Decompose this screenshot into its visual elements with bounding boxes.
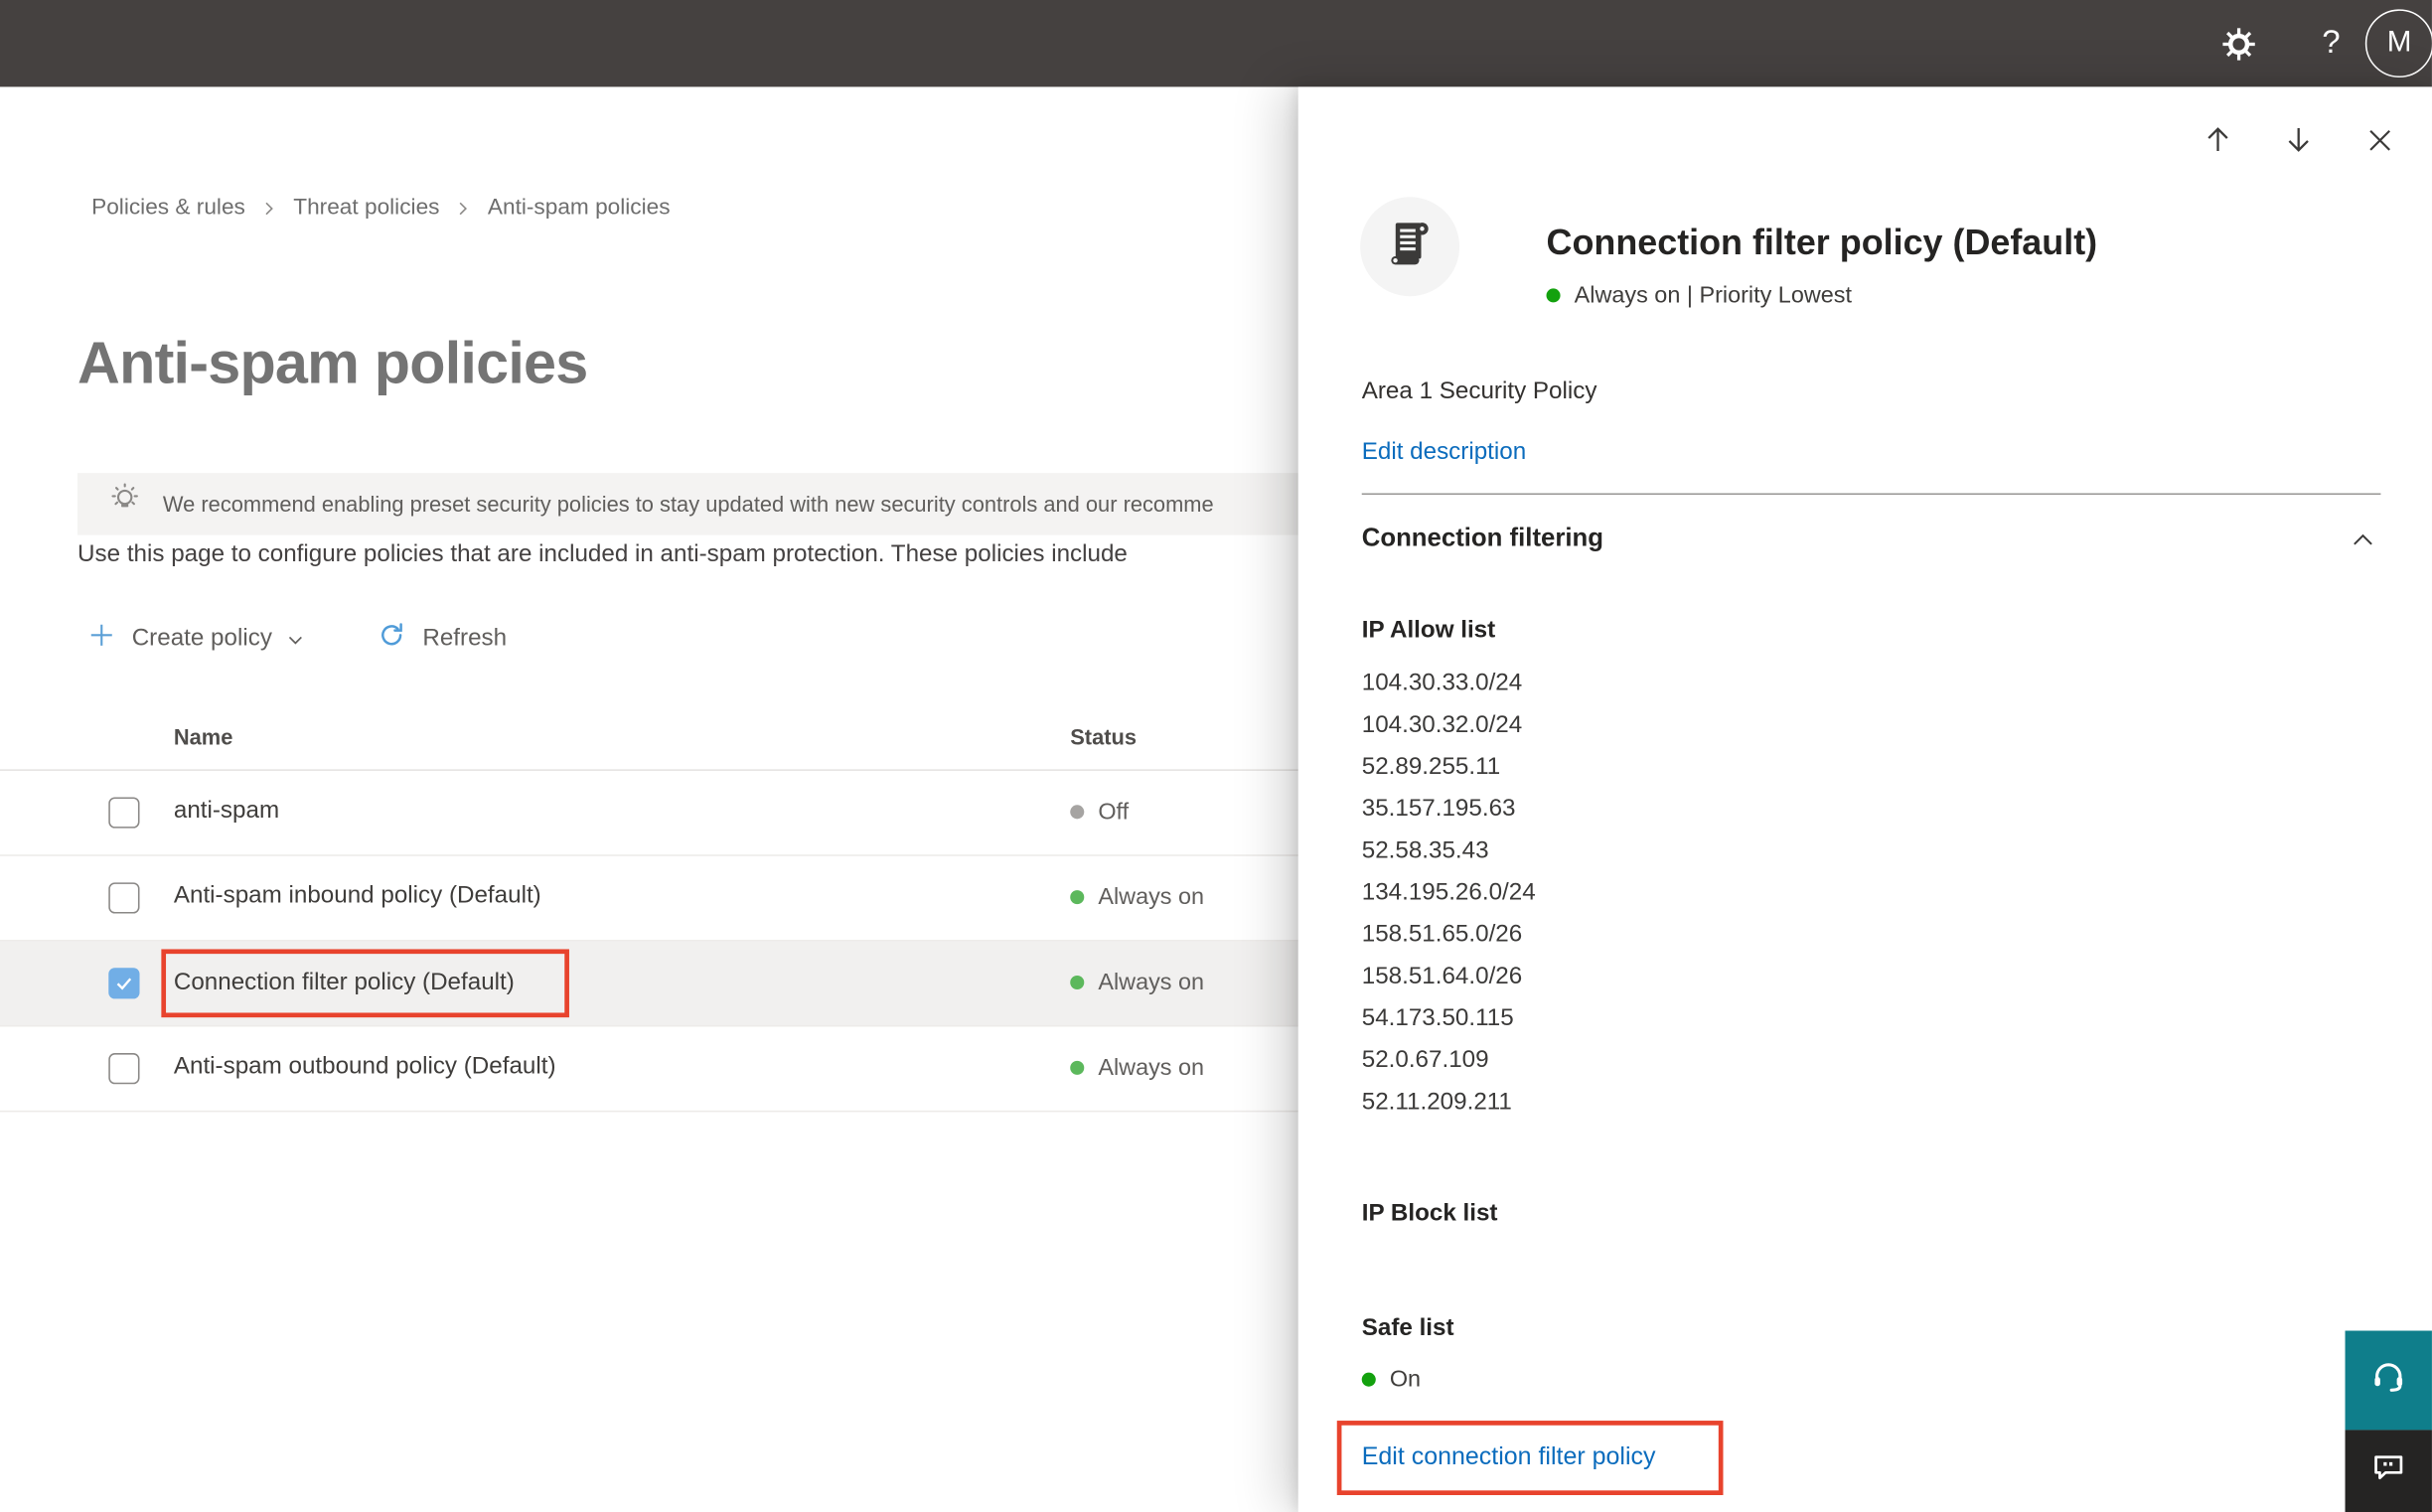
app-window: ? M Policies & rules Threat policies Ant… [0, 0, 2432, 1512]
lightbulb-icon [105, 481, 144, 528]
details-flyout: Connection filter policy (Default) Alway… [1297, 86, 2432, 1512]
flyout-title: Connection filter policy (Default) [1546, 222, 2098, 262]
plus-icon [86, 620, 116, 657]
flyout-status-text: Always on | Priority Lowest [1574, 282, 1853, 309]
breadcrumb-policies-rules[interactable]: Policies & rules [91, 196, 245, 221]
headset-icon [2366, 1355, 2410, 1407]
flyout-status: Always on | Priority Lowest [1546, 282, 1853, 309]
chevron-right-icon [260, 200, 277, 217]
ip-entry: 54.173.50.115 [1361, 1004, 1514, 1032]
status-badge: Off [1070, 799, 1129, 826]
policy-description: Area 1 Security Policy [1361, 378, 1597, 405]
close-icon[interactable] [2360, 121, 2397, 158]
ip-entry: 134.195.26.0/24 [1361, 879, 1536, 906]
avatar[interactable]: M [2364, 9, 2432, 78]
status-dot [1070, 890, 1085, 905]
create-policy-button[interactable]: Create policy [86, 620, 306, 657]
create-policy-label: Create policy [131, 625, 272, 652]
banner-text: We recommend enabling preset security po… [162, 491, 1214, 517]
refresh-icon [378, 620, 407, 657]
row-checkbox-checked[interactable] [108, 968, 140, 999]
status-dot [1070, 975, 1085, 990]
command-bar: Create policy Refresh [86, 614, 507, 664]
ip-entry: 104.30.33.0/24 [1361, 670, 1523, 696]
chevron-up-icon[interactable] [2349, 526, 2378, 562]
table-row-name: Anti-spam inbound policy (Default) [173, 882, 541, 909]
divider [1361, 493, 2381, 496]
column-header-name[interactable]: Name [174, 724, 233, 749]
page-title: Anti-spam policies [77, 332, 588, 397]
status-dot [1070, 805, 1085, 820]
ip-allow-list-label: IP Allow list [1361, 617, 1496, 644]
status-badge: Always on [1070, 969, 1205, 996]
row-checkbox[interactable] [108, 797, 140, 829]
help-icon[interactable]: ? [2297, 9, 2365, 77]
feedback-button[interactable] [2345, 1430, 2432, 1512]
chat-icon [2368, 1447, 2409, 1495]
breadcrumb-anti-spam-policies[interactable]: Anti-spam policies [488, 196, 671, 221]
move-down-icon[interactable] [2280, 121, 2317, 158]
status-dot [1070, 1060, 1085, 1075]
status-badge: Always on [1070, 1054, 1205, 1082]
breadcrumb-threat-policies[interactable]: Threat policies [293, 196, 439, 221]
status-dot [1546, 288, 1561, 303]
status-badge: Always on [1070, 883, 1205, 911]
ip-entry: 158.51.65.0/26 [1361, 921, 1523, 948]
edit-description-link[interactable]: Edit description [1362, 439, 1526, 467]
status-label: Always on [1098, 1054, 1205, 1082]
move-up-icon[interactable] [2200, 121, 2236, 158]
screen: ? M Policies & rules Threat policies Ant… [0, 0, 2432, 1512]
column-header-status[interactable]: Status [1070, 724, 1137, 749]
support-button[interactable] [2345, 1330, 2432, 1431]
status-dot [1361, 1372, 1376, 1387]
row-checkbox[interactable] [108, 1053, 140, 1085]
row-checkbox[interactable] [108, 882, 140, 914]
section-title-connection-filtering: Connection filtering [1361, 524, 1604, 552]
chevron-right-icon [455, 200, 472, 217]
top-bar: ? M [0, 0, 2432, 87]
ip-entry: 35.157.195.63 [1361, 795, 1516, 823]
table-row-name: Anti-spam outbound policy (Default) [173, 1053, 556, 1080]
scroll-icon [1380, 214, 1439, 280]
table-row-name: anti-spam [173, 797, 280, 824]
status-label: Off [1098, 799, 1130, 826]
ip-entry: 52.0.67.109 [1361, 1046, 1489, 1074]
flyout-nav [2200, 121, 2398, 158]
chevron-down-icon [286, 629, 306, 649]
annotation-box: Edit connection filter policy [1336, 1421, 1724, 1495]
safe-list-status-text: On [1389, 1366, 1422, 1393]
policy-avatar [1360, 197, 1460, 297]
status-label: Always on [1098, 883, 1205, 911]
ip-entry: 52.89.255.11 [1361, 753, 1501, 781]
safe-list-status: On [1361, 1366, 1422, 1393]
ip-entry: 104.30.32.0/24 [1361, 711, 1523, 739]
refresh-label: Refresh [422, 625, 508, 652]
gear-icon[interactable] [2204, 9, 2272, 77]
status-label: Always on [1098, 969, 1205, 996]
breadcrumb: Policies & rules Threat policies Anti-sp… [91, 196, 670, 221]
ip-allow-list: 104.30.33.0/24 104.30.32.0/24 52.89.255.… [1362, 663, 1536, 1124]
safe-list-label: Safe list [1361, 1314, 1454, 1342]
ip-entry: 52.11.209.211 [1361, 1088, 1512, 1116]
edit-connection-filter-policy-link[interactable]: Edit connection filter policy [1362, 1443, 1656, 1471]
refresh-button[interactable]: Refresh [378, 620, 507, 657]
ip-entry: 52.58.35.43 [1361, 837, 1489, 864]
ip-block-list-label: IP Block list [1361, 1200, 1498, 1227]
table-row-name-annotated: Connection filter policy (Default) [161, 949, 569, 1018]
ip-entry: 158.51.64.0/26 [1361, 963, 1523, 990]
